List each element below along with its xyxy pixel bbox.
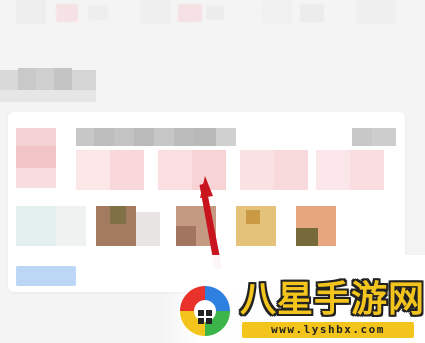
colorful-ring-logo-icon	[178, 284, 232, 338]
watermark-url: www.lyshbx.com	[242, 322, 414, 338]
watermark-title: 八星手游网	[240, 279, 425, 320]
